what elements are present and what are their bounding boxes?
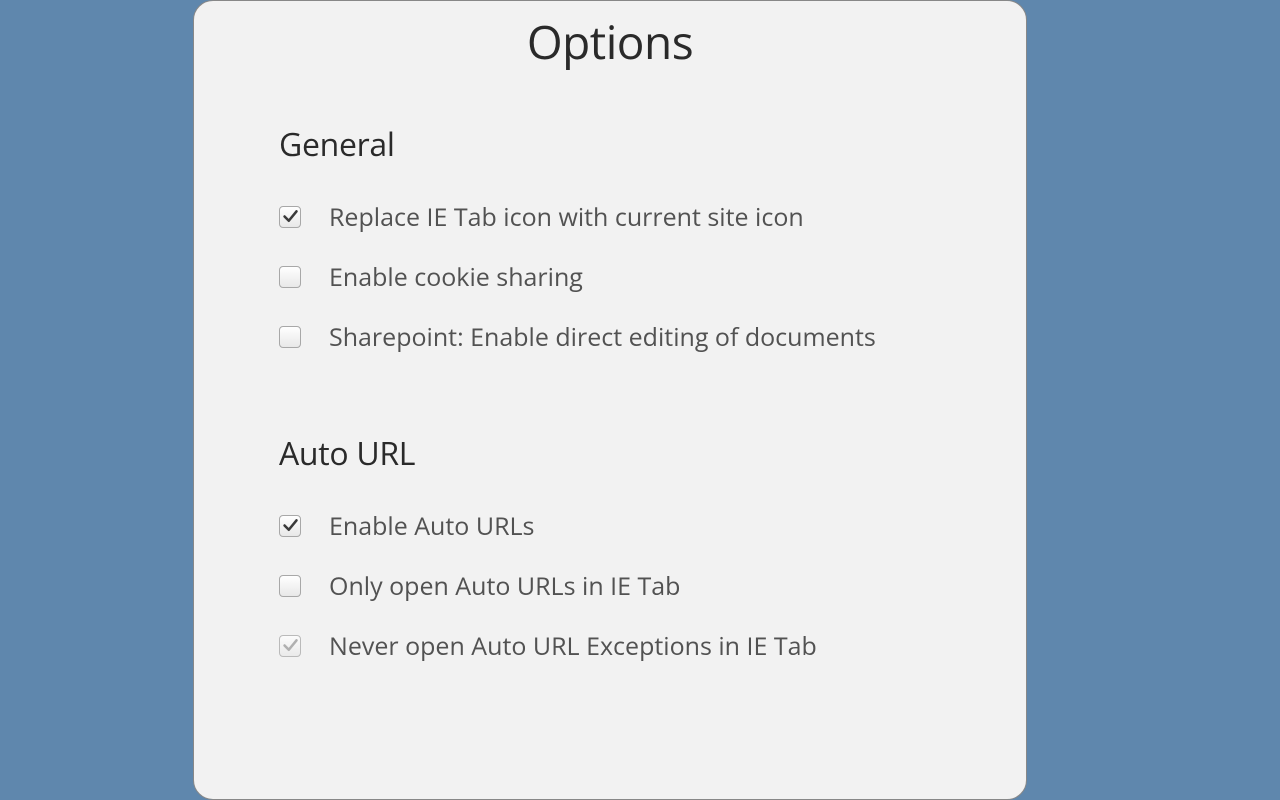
section-gap (279, 382, 941, 432)
option-only-open-autourls: Only open Auto URLs in IE Tab (279, 571, 941, 601)
option-sharepoint-edit: Sharepoint: Enable direct editing of doc… (279, 322, 941, 352)
checkbox-sharepoint-edit[interactable] (279, 326, 301, 348)
check-icon (282, 517, 299, 534)
option-label: Enable Auto URLs (329, 511, 534, 541)
page-title: Options (279, 11, 941, 73)
option-enable-autourls: Enable Auto URLs (279, 511, 941, 541)
checkbox-cookie-sharing[interactable] (279, 266, 301, 288)
option-label: Never open Auto URL Exceptions in IE Tab (329, 631, 817, 661)
options-panel: Options General Replace IE Tab icon with… (193, 0, 1027, 800)
checkbox-replace-icon[interactable] (279, 206, 301, 228)
section-heading-general: General (279, 123, 941, 166)
option-never-open-exceptions: Never open Auto URL Exceptions in IE Tab (279, 631, 941, 661)
option-label: Sharepoint: Enable direct editing of doc… (329, 322, 876, 352)
checkbox-only-open-autourls[interactable] (279, 575, 301, 597)
option-replace-icon: Replace IE Tab icon with current site ic… (279, 202, 941, 232)
checkbox-enable-autourls[interactable] (279, 515, 301, 537)
option-label: Only open Auto URLs in IE Tab (329, 571, 680, 601)
section-heading-autourl: Auto URL (279, 432, 941, 475)
option-label: Enable cookie sharing (329, 262, 583, 292)
check-icon (282, 208, 299, 225)
check-icon (282, 637, 299, 654)
option-label: Replace IE Tab icon with current site ic… (329, 202, 804, 232)
option-cookie-sharing: Enable cookie sharing (279, 262, 941, 292)
checkbox-never-open-exceptions (279, 635, 301, 657)
